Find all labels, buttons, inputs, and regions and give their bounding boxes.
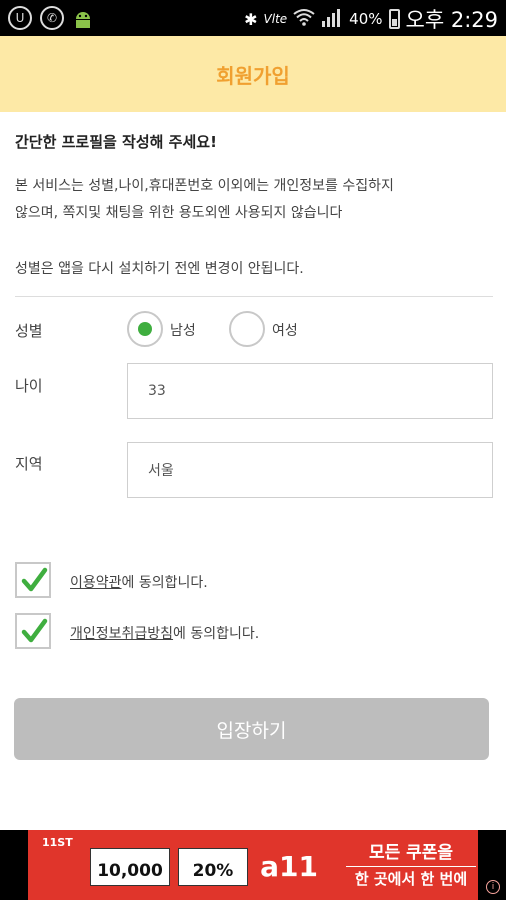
terms-checkbox[interactable] (15, 562, 51, 598)
checkmark-icon (21, 567, 48, 592)
battery-icon (388, 9, 400, 29)
privacy-suffix: 에 동의합니다. (173, 626, 260, 642)
status-left-icons: U ✆ (8, 6, 94, 30)
ad-coupon-percent: 20% (178, 848, 248, 886)
gender-female-label[interactable]: 여성 (272, 320, 298, 340)
network-type: Vlte (263, 12, 288, 26)
status-bar: U ✆ ✱ Vlte 40% 오후 2:29 (0, 0, 506, 36)
ad-info-icon[interactable]: i (486, 880, 500, 894)
checkmark-icon (21, 618, 48, 643)
ad-brand: a11 (260, 849, 318, 883)
wifi-icon (293, 8, 315, 30)
privacy-agreement-text: 개인정보취급방침에 동의합니다. (70, 623, 259, 643)
u-plus-icon: U (8, 6, 32, 30)
privacy-checkbox[interactable] (15, 613, 51, 649)
gender-female-radio[interactable] (229, 311, 265, 347)
age-value: 33 (148, 383, 166, 399)
phone-icon: ✆ (40, 6, 64, 30)
region-value: 서울 (148, 463, 174, 479)
bluetooth-icon: ✱ (244, 9, 258, 29)
region-label: 지역 (15, 455, 43, 473)
region-field[interactable]: 서울 (127, 442, 493, 498)
gender-male-label[interactable]: 남성 (170, 320, 196, 340)
gender-label: 성별 (15, 322, 43, 340)
ad-headline: 모든 쿠폰을 (346, 838, 476, 867)
enter-button[interactable]: 입장하기 (14, 698, 489, 760)
page-title: 회원가입 (216, 63, 290, 88)
signal-icon (321, 7, 343, 31)
ad-coupon-amount: 10,000 (90, 848, 170, 886)
clock: 오후 2:29 (405, 8, 498, 32)
terms-suffix: 에 동의합니다. (121, 575, 208, 591)
ad-logo: 11ST (42, 836, 73, 849)
divider (15, 296, 493, 297)
intro-title: 간단한 프로필을 작성해 주세요! (15, 133, 217, 151)
battery-percent: 40% (349, 10, 383, 28)
ad-subline: 한 곳에서 한 번에 (354, 870, 468, 888)
app-header: 회원가입 (0, 36, 506, 112)
intro-desc-line-1: 본 서비스는 성별,나이,휴대폰번호 이외에는 개인정보를 수집하지 (15, 178, 394, 194)
intro-desc-line-2: 않으며, 쪽지및 채팅을 위한 용도외엔 사용되지 않습니다 (15, 205, 343, 221)
intro-description: 본 서비스는 성별,나이,휴대폰번호 이외에는 개인정보를 수집하지 않으며, … (15, 173, 495, 227)
gender-note: 성별은 앱을 다시 설치하기 전엔 변경이 안됩니다. (15, 261, 304, 277)
status-right-icons: ✱ Vlte 40% 오후 2:29 (244, 4, 498, 34)
ad-banner[interactable]: 11ST 10,000 20% a11 모든 쿠폰을 한 곳에서 한 번에 i (0, 830, 506, 900)
age-label: 나이 (15, 377, 43, 395)
terms-agreement-text: 이용약관에 동의합니다. (70, 572, 208, 592)
android-debug-icon (72, 6, 94, 30)
ad-content[interactable]: 11ST 10,000 20% a11 모든 쿠폰을 한 곳에서 한 번에 (28, 830, 478, 900)
terms-link[interactable]: 이용약관 (70, 575, 122, 591)
age-field[interactable]: 33 (127, 363, 493, 419)
privacy-policy-link[interactable]: 개인정보취급방침 (70, 626, 173, 642)
gender-male-radio[interactable] (127, 311, 163, 347)
